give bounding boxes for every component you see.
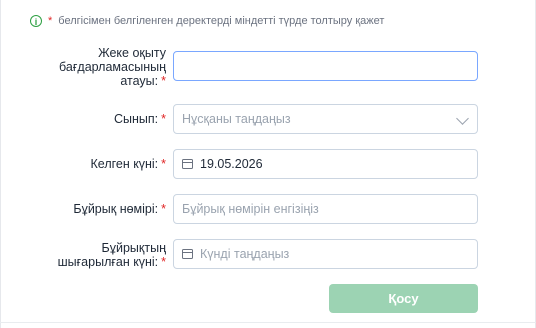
chevron-down-icon (456, 112, 469, 125)
divider (0, 322, 536, 323)
required-star: * (161, 74, 166, 88)
required-notice: i * белгісімен белгіленген деректерді мі… (30, 12, 384, 30)
class-label: Сынып: * (113, 112, 166, 126)
required-star: * (48, 15, 53, 27)
program-name-input[interactable] (173, 51, 478, 81)
required-star: * (161, 112, 166, 126)
notice-text: белгісімен белгіленген деректерді міндет… (58, 15, 385, 27)
arrival-date-label: Келген күні: * (90, 157, 166, 171)
order-date-input[interactable]: Күнді таңдаңыз (173, 239, 478, 269)
add-button[interactable]: Қосу (329, 284, 478, 313)
order-number-input[interactable]: Бұйрық нөмірін енгізіңіз (173, 194, 478, 224)
program-name-label: Жеке оқыту бағдарламасының атауы: * (59, 46, 166, 88)
calendar-icon (182, 249, 193, 259)
info-icon: i (30, 15, 42, 27)
class-select[interactable]: Нұсқаны таңдаңыз (173, 104, 478, 134)
required-star: * (161, 255, 166, 269)
order-date-label: Бұйрықтың шығарылған күні: * (57, 241, 166, 269)
calendar-icon (182, 159, 193, 169)
required-star: * (161, 202, 166, 216)
order-number-label: Бұйрық нөмірі: * (73, 202, 166, 216)
required-star: * (161, 157, 166, 171)
arrival-date-input[interactable]: 19.05.2026 (173, 149, 478, 179)
